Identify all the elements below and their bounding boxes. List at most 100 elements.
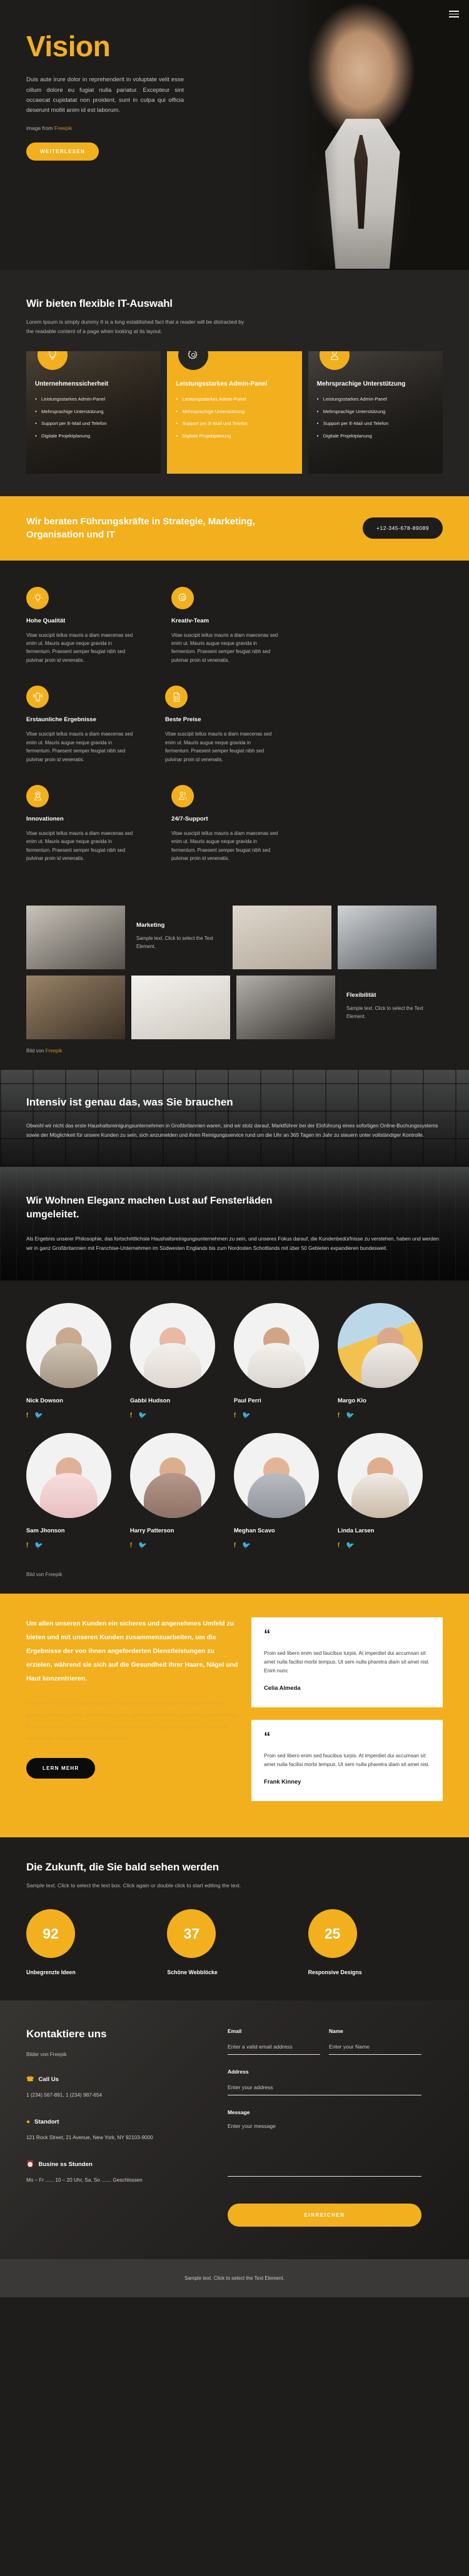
contact-heading: Kontaktiere uns	[26, 2028, 107, 2040]
testimonial-text: Proin sed libero enim sed faucibus turpi…	[264, 1753, 430, 1768]
gallery-image[interactable]	[26, 905, 125, 969]
gallery-image[interactable]	[233, 905, 331, 969]
quote-icon: “	[264, 1730, 271, 1745]
stat-item: 25 Responsive Designs	[308, 1909, 443, 1975]
facebook-icon[interactable]: f	[234, 1542, 236, 1549]
list-item: Digitale Projektplanung	[317, 432, 434, 440]
testimonial-card: “ Proin sed libero enim sed faucibus tur…	[251, 1720, 443, 1802]
list-item: Leistungsstarkes Admin-Panel	[317, 396, 434, 403]
message-label: Message	[228, 2109, 250, 2116]
feature-text: Vitae suscipit tellus mauris a diam maec…	[26, 830, 133, 862]
gallery-image[interactable]	[131, 975, 230, 1039]
avatar[interactable]	[338, 1303, 423, 1389]
freepik-link[interactable]: Freepik	[46, 1048, 63, 1054]
avatar[interactable]	[26, 1433, 111, 1519]
twitter-icon[interactable]: 🐦	[34, 1542, 43, 1549]
list-item: Digitale Projektplanung	[176, 432, 293, 440]
testimonial-author: Frank Kinney	[264, 1778, 301, 1785]
hamburger-menu-icon[interactable]	[449, 9, 459, 19]
team-grid: Nick Dowson f 🐦 Gabbi Hudson f 🐦 Paul Pe…	[26, 1303, 443, 1563]
twitter-icon[interactable]: 🐦	[346, 1542, 355, 1549]
twitter-icon[interactable]: 🐦	[34, 1412, 43, 1419]
flexit-card[interactable]: Mehrsprachige Unterstützung Leistungssta…	[308, 351, 443, 474]
testimonial-card: “ Proin sed libero enim sed faucibus tur…	[251, 1617, 443, 1708]
testimonials-body: Sample text. Click to Egestas egestas fr…	[26, 1699, 238, 1742]
map-pin-icon	[26, 784, 49, 807]
feature-title: Hohe Qualität	[26, 617, 66, 624]
clock-icon: ⏰	[26, 2161, 34, 2169]
facebook-icon[interactable]: f	[130, 1542, 132, 1549]
hero-photo	[244, 0, 469, 270]
facebook-icon[interactable]: f	[338, 1542, 340, 1549]
avatar[interactable]	[234, 1303, 319, 1389]
avatar[interactable]	[26, 1303, 111, 1389]
avatar[interactable]	[338, 1433, 423, 1519]
gallery-image[interactable]	[26, 975, 125, 1039]
address-label: Address	[228, 2069, 249, 2075]
team-member-name: Paul Perri	[234, 1397, 261, 1404]
feature-text: Vitae suscipit tellus mauris a diam maec…	[26, 731, 133, 762]
footer-text: Sample text. Click to select the Text El…	[184, 2275, 285, 2282]
flexit-card[interactable]: Leistungsstarkes Admin-Panel Leistungsst…	[167, 351, 302, 474]
gallery-row: Flexibilität Sample text. Click to selec…	[26, 975, 443, 1039]
contact-block-call: ☎ Call Us 1 (234) 567-891, 1 (234) 987-6…	[26, 2076, 214, 2100]
feature-item: Kreativ-Team Vitae suscipit tellus mauri…	[171, 586, 310, 665]
gallery-flex-sub: Sample text. Click to select the Text El…	[346, 1005, 423, 1019]
submit-button[interactable]: EINREICHEN	[228, 2204, 421, 2227]
list-item: Support per E-Mail und Telefon	[35, 420, 152, 427]
twitter-icon[interactable]: 🐦	[138, 1412, 147, 1419]
feature-item: Hohe Qualität Vitae suscipit tellus maur…	[26, 586, 165, 665]
users-group-icon	[171, 784, 194, 807]
quote-icon: “	[264, 1627, 271, 1642]
email-input[interactable]	[228, 2042, 320, 2055]
facebook-icon[interactable]: f	[130, 1412, 132, 1419]
gear-icon	[178, 351, 209, 371]
mobile-phone-icon	[26, 686, 49, 709]
flexit-card[interactable]: Unternehmenssicherheit Leistungsstarkes …	[26, 351, 161, 474]
avatar[interactable]	[234, 1433, 319, 1519]
facebook-icon[interactable]: f	[338, 1412, 340, 1419]
name-input[interactable]	[329, 2042, 421, 2055]
team-member: Paul Perri f 🐦	[234, 1303, 338, 1419]
testimonials-left: Um allen unseren Kunden ein sicheres und…	[26, 1617, 239, 1814]
social-links: f 🐦	[130, 1542, 234, 1549]
stat-value: 25	[308, 1909, 357, 1959]
list-item: Mehrsprachige Unterstützung	[176, 408, 293, 416]
freepik-link[interactable]: Freepik	[54, 125, 72, 131]
list-item: Mehrsprachige Unterstützung	[35, 408, 152, 416]
twitter-icon[interactable]: 🐦	[346, 1412, 355, 1419]
facebook-icon[interactable]: f	[26, 1542, 28, 1549]
testimonials-section: Um allen unseren Kunden ein sicheres und…	[0, 1594, 469, 1838]
twitter-icon[interactable]: 🐦	[138, 1542, 147, 1549]
stats-heading: Die Zukunft, die Sie bald sehen werden	[26, 1861, 219, 1874]
gallery-image[interactable]	[338, 905, 436, 969]
flexit-card-title: Unternehmenssicherheit	[35, 381, 109, 388]
facebook-icon[interactable]: f	[26, 1412, 28, 1419]
name-field-group: Name	[329, 2028, 421, 2055]
contact-block-location: ● Standort 121 Rock Street, 21 Avenue, N…	[26, 2119, 214, 2142]
address-input[interactable]	[228, 2083, 421, 2096]
avatar[interactable]	[130, 1303, 215, 1389]
message-input[interactable]	[228, 2122, 421, 2177]
flexit-card-title: Leistungsstarkes Admin-Panel	[176, 381, 268, 388]
team-member-name: Meghan Scavo	[234, 1527, 275, 1534]
gallery-image[interactable]	[236, 975, 335, 1039]
contact-block-value: 1 (234) 567-891, 1 (234) 987-654	[26, 2092, 103, 2099]
phone-button[interactable]: +12-345-678-89089	[362, 517, 443, 539]
stat-value: 37	[167, 1909, 216, 1959]
twitter-icon[interactable]: 🐦	[242, 1412, 251, 1419]
learn-more-button[interactable]: LERN MEHR	[26, 1758, 96, 1779]
flexit-card-items: Leistungsstarkes Admin-Panel Mehrsprachi…	[35, 396, 152, 440]
stats-subtext: Sample text. Click to select the text bo…	[26, 1882, 241, 1889]
avatar[interactable]	[130, 1433, 215, 1519]
team-credit: Bild von Freepik	[26, 1572, 63, 1578]
gallery-row: Marketing Sample text. Click to select t…	[26, 905, 443, 969]
read-more-button[interactable]: WEITERLESEN	[26, 142, 99, 161]
social-links: f 🐦	[26, 1412, 130, 1419]
twitter-icon[interactable]: 🐦	[242, 1542, 251, 1549]
facebook-icon[interactable]: f	[234, 1412, 236, 1419]
social-links: f 🐦	[338, 1542, 441, 1549]
team-member-name: Harry Patterson	[130, 1527, 174, 1534]
footer: Sample text. Click to select the Text El…	[0, 2259, 469, 2298]
person-icon	[319, 351, 350, 371]
